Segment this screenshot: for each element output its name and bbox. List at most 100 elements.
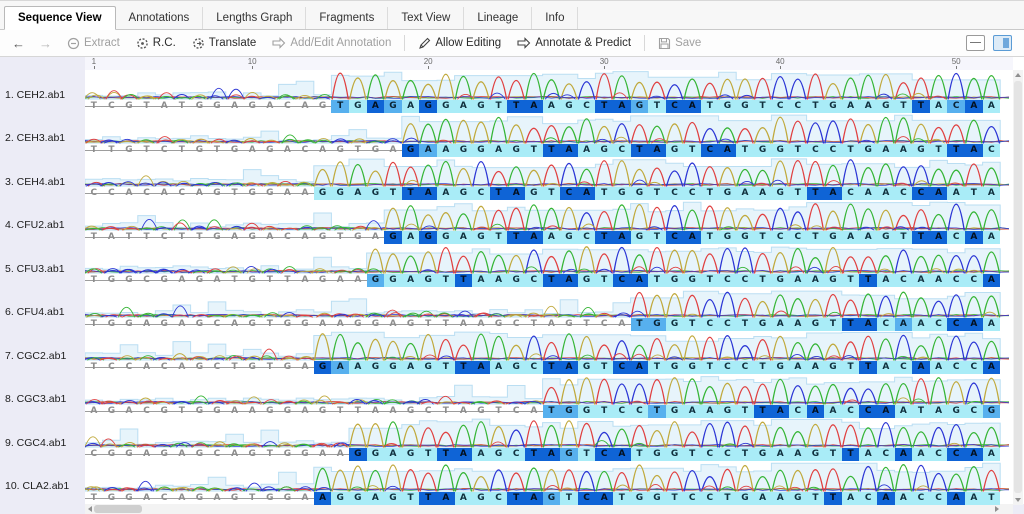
base-cell[interactable]: A xyxy=(807,274,825,287)
base-cell[interactable]: T xyxy=(912,405,930,418)
base-cell[interactable]: C xyxy=(296,144,314,157)
base-cell[interactable]: G xyxy=(947,405,965,418)
base-cell[interactable]: G xyxy=(595,144,613,157)
base-cell[interactable]: A xyxy=(965,144,983,157)
base-cell[interactable]: T xyxy=(419,448,437,461)
base-cell[interactable]: T xyxy=(138,144,156,157)
base-cell[interactable]: T xyxy=(243,492,261,505)
base-cell[interactable]: A xyxy=(877,187,895,200)
base-cell[interactable]: A xyxy=(296,492,314,505)
base-cell[interactable]: G xyxy=(666,318,684,331)
base-cell[interactable]: T xyxy=(226,361,244,374)
base-cell[interactable]: A xyxy=(367,405,385,418)
base-cell[interactable]: C xyxy=(859,492,877,505)
base-cell[interactable]: T xyxy=(85,231,103,244)
base-cell[interactable]: T xyxy=(754,405,772,418)
base-cell[interactable]: G xyxy=(120,100,138,113)
base-cell[interactable]: C xyxy=(173,187,191,200)
base-cell[interactable]: A xyxy=(965,318,983,331)
base-cell[interactable]: A xyxy=(525,492,543,505)
base-cell[interactable]: A xyxy=(877,405,895,418)
rc-button[interactable]: R.C. xyxy=(129,34,183,53)
base-cell[interactable]: C xyxy=(719,361,737,374)
base-cell[interactable]: G xyxy=(103,318,121,331)
trace-row[interactable]: CGGAGAGCAGTGGAAGGAGTTAAGCTAGTCATGGTCCTGA… xyxy=(85,418,1012,462)
base-cell[interactable]: C xyxy=(947,231,965,244)
base-cell[interactable]: A xyxy=(437,492,455,505)
base-cell[interactable]: A xyxy=(455,405,473,418)
base-cell[interactable]: A xyxy=(472,274,490,287)
base-cell[interactable]: C xyxy=(719,274,737,287)
base-cell[interactable]: A xyxy=(138,361,156,374)
base-cell[interactable]: T xyxy=(631,144,649,157)
base-cell[interactable]: A xyxy=(349,187,367,200)
base-cell[interactable]: T xyxy=(895,100,913,113)
base-cell[interactable]: T xyxy=(85,318,103,331)
base-cell[interactable]: A xyxy=(138,448,156,461)
base-cell[interactable]: T xyxy=(912,231,930,244)
base-cell[interactable]: A xyxy=(771,492,789,505)
base-cell[interactable]: T xyxy=(507,492,525,505)
base-cell[interactable]: G xyxy=(155,405,173,418)
base-cell[interactable]: G xyxy=(824,100,842,113)
base-cell[interactable]: G xyxy=(103,274,121,287)
base-cell[interactable]: A xyxy=(983,231,1001,244)
base-cell[interactable]: G xyxy=(578,361,596,374)
base-cell[interactable]: A xyxy=(402,361,420,374)
base-cell[interactable]: G xyxy=(472,492,490,505)
base-cell[interactable]: T xyxy=(648,274,666,287)
base-cell[interactable]: G xyxy=(208,187,226,200)
base-cell[interactable]: T xyxy=(701,274,719,287)
base-cell[interactable]: C xyxy=(842,187,860,200)
base-cell[interactable]: A xyxy=(683,405,701,418)
base-cell[interactable]: T xyxy=(261,361,279,374)
base-cell[interactable]: C xyxy=(279,100,297,113)
base-cell[interactable]: A xyxy=(877,274,895,287)
base-cell[interactable]: A xyxy=(243,144,261,157)
base-cell[interactable]: G xyxy=(349,318,367,331)
base-cell[interactable]: T xyxy=(595,100,613,113)
base-cell[interactable]: G xyxy=(771,361,789,374)
tab-fragments[interactable]: Fragments xyxy=(306,7,388,29)
base-cell[interactable]: T xyxy=(824,318,842,331)
tab-text-view[interactable]: Text View xyxy=(388,7,464,29)
base-cell[interactable]: G xyxy=(314,361,332,374)
base-cell[interactable]: G xyxy=(771,187,789,200)
base-cell[interactable]: T xyxy=(437,318,455,331)
base-cell[interactable]: C xyxy=(507,318,525,331)
base-cell[interactable]: A xyxy=(402,231,420,244)
base-cell[interactable]: T xyxy=(754,231,772,244)
base-cell[interactable]: T xyxy=(507,100,525,113)
base-cell[interactable]: C xyxy=(965,274,983,287)
base-cell[interactable]: T xyxy=(842,361,860,374)
base-cell[interactable]: A xyxy=(367,100,385,113)
base-cell[interactable]: T xyxy=(754,100,772,113)
base-cell[interactable]: G xyxy=(507,274,525,287)
base-cell[interactable]: A xyxy=(455,492,473,505)
base-cell[interactable]: G xyxy=(736,231,754,244)
base-cell[interactable]: A xyxy=(859,318,877,331)
base-cell[interactable]: G xyxy=(279,448,297,461)
base-cell[interactable]: A xyxy=(983,361,1001,374)
base-cell[interactable]: A xyxy=(543,318,561,331)
base-cell[interactable]: C xyxy=(807,144,825,157)
vertical-scroll-thumb[interactable] xyxy=(1014,81,1022,493)
base-cell[interactable]: G xyxy=(103,492,121,505)
base-cell[interactable]: T xyxy=(331,405,349,418)
base-cell[interactable]: T xyxy=(842,448,860,461)
base-cell[interactable]: C xyxy=(595,318,613,331)
base-cell[interactable]: A xyxy=(877,492,895,505)
base-cell[interactable]: A xyxy=(859,231,877,244)
base-cell[interactable]: G xyxy=(208,405,226,418)
base-cell[interactable]: A xyxy=(138,492,156,505)
base-cell[interactable]: A xyxy=(930,361,948,374)
base-cell[interactable]: T xyxy=(543,274,561,287)
base-cell[interactable]: A xyxy=(754,187,772,200)
base-cell[interactable]: C xyxy=(208,318,226,331)
base-cell[interactable]: C xyxy=(947,448,965,461)
base-cell[interactable]: A xyxy=(543,100,561,113)
base-cell[interactable]: A xyxy=(384,318,402,331)
base-cell[interactable]: A xyxy=(402,274,420,287)
base-cell[interactable]: C xyxy=(736,274,754,287)
save-button[interactable]: Save xyxy=(651,34,708,53)
